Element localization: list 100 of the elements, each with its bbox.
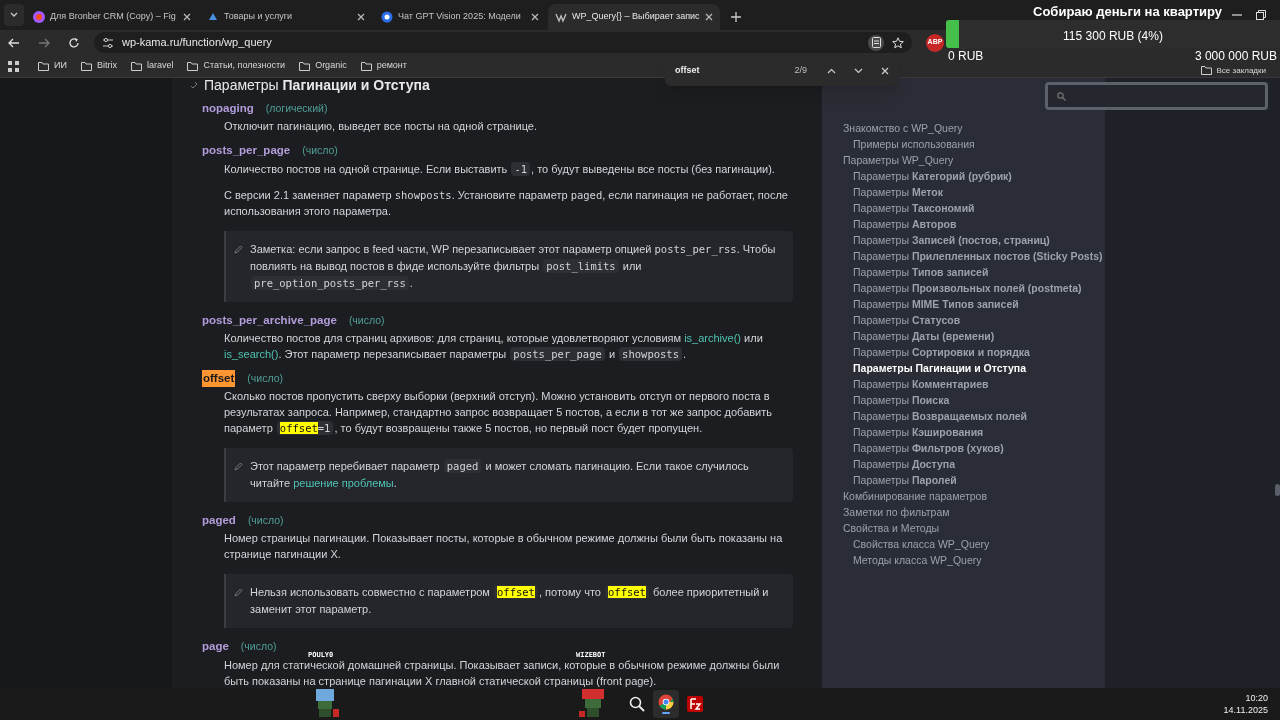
find-input[interactable]: offset (675, 64, 785, 78)
parameter-name: paged (202, 513, 236, 528)
toc-link[interactable]: Комбинирование параметров (843, 488, 1105, 504)
toc-link[interactable]: Параметры WP_Query (843, 152, 1105, 168)
inline-code: -1 (511, 161, 531, 176)
note-text: Нельзя использовать совместно с параметром offset , потому что offset более приоритетный и заменит этот параметр. (250, 584, 770, 618)
bookmark-folder[interactable]: Organic (294, 59, 352, 73)
ring-icon (381, 11, 393, 23)
toc-link[interactable]: Параметры Произвольных полей (postmeta) (843, 280, 1105, 296)
page-icon[interactable] (871, 37, 881, 48)
inline-code: paged (443, 459, 482, 473)
reload-icon[interactable] (68, 36, 80, 49)
search-highlight: offset (497, 586, 535, 599)
bookmark-folder[interactable]: ремонт (355, 59, 412, 73)
parameter-name: posts_per_archive_page (202, 312, 337, 328)
close-icon[interactable] (531, 13, 539, 21)
toc-link[interactable]: Параметры Кэширования (843, 424, 1105, 440)
search-icon[interactable] (629, 696, 645, 712)
pencil-icon (234, 244, 243, 254)
search-icon (1057, 91, 1066, 101)
clock-date: 14.11.2025 (1223, 704, 1268, 716)
tab-list-button[interactable] (4, 4, 24, 26)
star-icon[interactable] (892, 36, 904, 49)
donation-goal: 3 000 000 RUB (1194, 50, 1277, 63)
chevron-down-icon[interactable] (854, 68, 863, 74)
paragraph: Номер для статической домашней страницы. Показывает записи, которые в обычном режиме должны были быть показаны на странице пагинации X главной статической страницы (front page). (224, 657, 781, 688)
toc-link[interactable]: Параметры Поиска (843, 392, 1105, 408)
toc-link[interactable]: Параметры Доступа (843, 456, 1105, 472)
folder-icon (187, 61, 199, 71)
toc-link[interactable]: Параметры Возвращаемых полей (843, 408, 1105, 424)
paragraph: Сколько постов пропустить сверху выборки (верхний отступ). Можно установить отступ от первого поста в результатах запроса. Например, стандартно запрос возвращает 5 постов, а если в тот же запрос добавить параметр offset=1 , то будут возвращены также 5 постов, но первый пост будет пропущен. (224, 389, 773, 436)
toc-link[interactable]: Методы класса WP_Query (843, 552, 1105, 568)
paragraph: Номер страницы пагинации. Показывает посты, которые в обычном режиме должны были быть показаны на странице пагинации X. (224, 531, 784, 563)
parameter-type: (логический) (265, 101, 328, 116)
browser-tab[interactable]: Чат GPT Vision 2025: Модели (374, 4, 546, 30)
w-letter-icon (555, 11, 567, 23)
bookmark-folder[interactable]: Статьи, полезности (182, 59, 291, 73)
bookmark-folder[interactable]: laravel (125, 59, 179, 73)
forward-arrow-icon[interactable] (38, 37, 50, 48)
note-text: Этот параметр перебивает параметр paged и может сломать пагинацию. Если такое случилось читайте решение проблемы. (250, 458, 750, 491)
search-highlight: offset (279, 422, 318, 434)
parameter-type: (число) (240, 639, 277, 655)
clock-time: 10:20 (1245, 692, 1268, 704)
filezilla-icon[interactable] (687, 696, 703, 712)
browser-tab[interactable]: WP_Query{} – Выбирает запис (548, 4, 720, 30)
toc-link[interactable]: Параметры Фильтров (хуков) (843, 440, 1105, 456)
paragraph: С версии 2.1 заменяет параметр showposts. Установите параметр paged, если пагинация не работает, после использования этого параметра. (224, 187, 789, 219)
close-icon[interactable] (881, 67, 889, 75)
browser-tab[interactable]: Для Bronber CRM (Copy) – Fig (26, 4, 198, 30)
all-bookmarks-link[interactable]: Все закладки (1200, 65, 1266, 75)
toc-link[interactable]: Параметры Таксономий (843, 200, 1105, 216)
toc-link[interactable]: Параметры Меток (843, 184, 1105, 200)
toc-link[interactable]: Параметры Авторов (843, 216, 1105, 232)
search-highlight: offset (608, 586, 646, 599)
address-bar[interactable]: wp-kama.ru/function/wp_query (94, 32, 912, 53)
section-heading: Параметры Пагинации и Отступа (204, 78, 430, 92)
inline-code: pre_option_posts_per_rss (251, 275, 409, 290)
close-icon[interactable] (183, 13, 191, 21)
toc-link[interactable]: Параметры Категорий (рубрик) (843, 168, 1105, 184)
toc-link[interactable]: Примеры использования (843, 136, 1105, 152)
toc-link[interactable]: Параметры Сортировки и порядка (843, 344, 1105, 360)
link[interactable]: решение проблемы (293, 477, 394, 489)
taskbar-app-button[interactable] (653, 690, 679, 718)
parameter-name: nopaging (202, 101, 254, 116)
toc-link[interactable]: Параметры Прилепленных постов (Sticky Posts) (843, 248, 1105, 264)
toc-link[interactable]: Параметры Даты (времени) (843, 328, 1105, 344)
toc-link[interactable]: Свойства и Методы (843, 520, 1105, 536)
bookmark-folder[interactable]: ИИ (33, 59, 72, 73)
apps-grid-icon[interactable] (8, 60, 19, 72)
toc-link[interactable]: Параметры Паролей (843, 472, 1105, 488)
search-field[interactable] (1045, 82, 1268, 110)
paragraph: Количество постов на одной странице. Если выставить -1 , то будут выведены все посты (без пагинации). (224, 160, 776, 177)
toc-link[interactable]: Параметры MIME Типов записей (843, 296, 1105, 312)
pencil-icon (234, 462, 243, 471)
toc-link[interactable]: Свойства класса WP_Query (843, 536, 1105, 552)
parameter-name: offset (202, 369, 236, 387)
browser-tab[interactable]: Товары и услуги (200, 4, 372, 30)
back-arrow-icon[interactable] (8, 37, 20, 48)
toc-link[interactable]: Параметры Пагинации и Отступа (843, 360, 1105, 376)
toc-link[interactable]: Параметры Записей (постов, страниц) (843, 232, 1105, 248)
folder-icon (360, 61, 372, 71)
site-settings-icon[interactable] (102, 36, 114, 49)
toc-link[interactable]: Заметки по фильтрам (843, 504, 1105, 520)
toc-link[interactable]: Параметры Комментариев (843, 376, 1105, 392)
chevron-up-icon[interactable] (827, 68, 836, 74)
parameter-name: page (202, 639, 229, 655)
folder-icon (130, 61, 142, 71)
toc-link[interactable]: Параметры Типов записей (843, 264, 1105, 280)
donation-amount: 115 300 RUB (4%) (1062, 28, 1164, 45)
close-icon[interactable] (357, 13, 365, 21)
parameter-type: (число) (348, 312, 385, 328)
toc-link[interactable]: Знакомство с WP_Query (843, 120, 1105, 136)
bookmark-folder[interactable]: Bitrix (75, 59, 122, 73)
link[interactable]: is_archive() (684, 331, 741, 344)
restore-icon[interactable] (1256, 10, 1266, 20)
scrollbar-thumb[interactable] (1275, 484, 1280, 496)
match-count: 2/9 (794, 64, 807, 78)
toc-link[interactable]: Параметры Статусов (843, 312, 1105, 328)
folder-icon (38, 61, 49, 71)
close-icon[interactable] (705, 13, 713, 21)
